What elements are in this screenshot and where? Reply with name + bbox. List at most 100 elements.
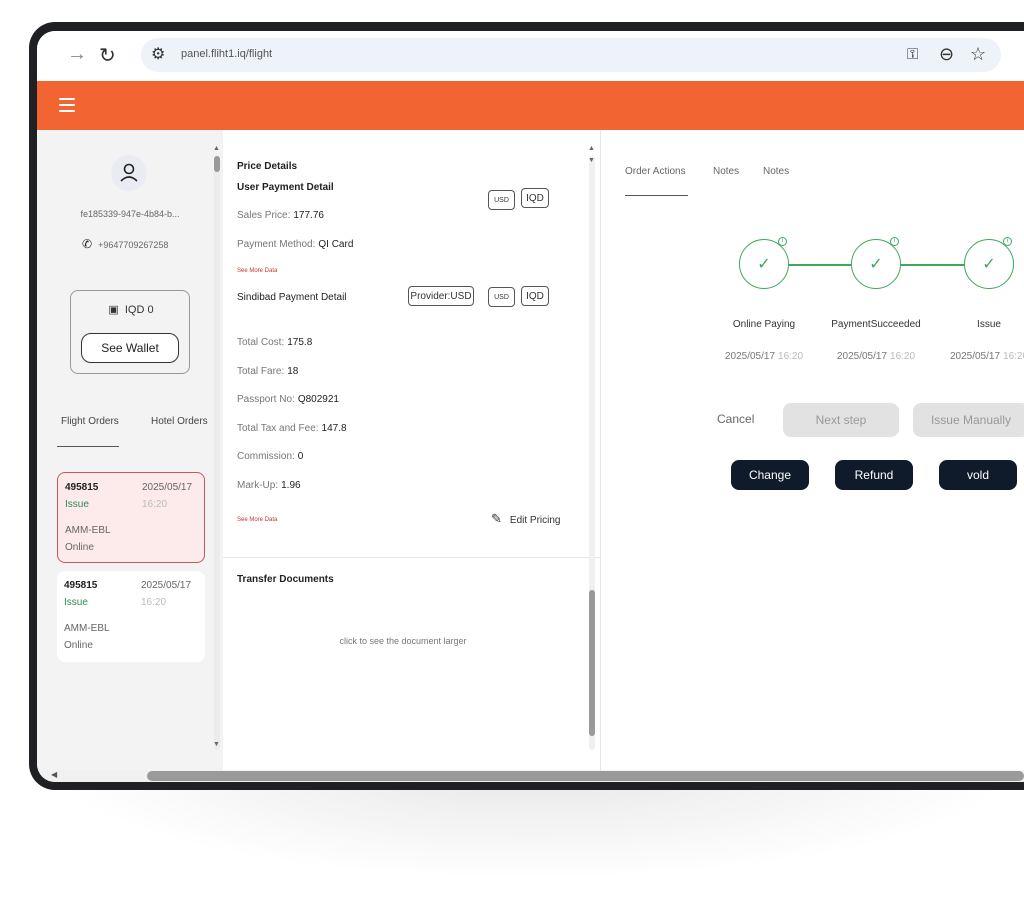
url-text: panel.fliht1.iq/flight xyxy=(181,48,273,60)
commission-row: Commission: 0 xyxy=(237,451,303,462)
sales-price-label: Sales Price: xyxy=(237,210,291,221)
phone-icon: ✆ xyxy=(82,237,93,251)
price-details-title: Price Details xyxy=(237,161,298,172)
menu-icon[interactable] xyxy=(59,98,75,116)
see-more-link[interactable]: See More Data xyxy=(237,268,277,274)
total-cost-row: Total Cost: 175.8 xyxy=(237,337,312,348)
step-time-value: 16:20 xyxy=(778,351,804,362)
tab-notes-2[interactable]: Notes xyxy=(763,166,789,177)
total-fare-value: 18 xyxy=(287,366,299,377)
change-button[interactable]: Change xyxy=(731,460,809,490)
cancel-button[interactable]: Cancel xyxy=(717,412,754,426)
commission-label: Commission: xyxy=(237,451,295,462)
scroll-down-icon[interactable]: ▼ xyxy=(213,741,220,748)
total-fare-label: Total Fare: xyxy=(237,366,285,377)
zoom-out-icon[interactable]: ⊖ xyxy=(939,44,954,65)
user-icon xyxy=(120,163,138,182)
void-button[interactable]: vold xyxy=(939,460,1017,490)
currency-usd-toggle[interactable]: USD xyxy=(488,190,515,210)
payment-method-label: Payment Method: xyxy=(237,239,316,250)
refund-button[interactable]: Refund xyxy=(835,460,913,490)
tune-icon[interactable]: ⚙ xyxy=(151,44,165,64)
price-panel: Price Details User Payment Detail USD IQ… xyxy=(223,130,601,770)
avatar xyxy=(111,155,147,191)
check-icon: ✓ xyxy=(982,256,996,273)
provider-currency-pill[interactable]: Provider:USD xyxy=(408,286,474,306)
tax-label: Total Tax and Fee: xyxy=(237,423,319,434)
step-date: 2025/05/1716:20 xyxy=(704,351,824,362)
commission-value: 0 xyxy=(297,451,304,462)
tab-order-actions[interactable]: Order Actions xyxy=(625,166,686,177)
order-status: Issue xyxy=(64,597,88,608)
scroll-up-icon[interactable]: ▲ xyxy=(213,145,220,152)
next-step-button[interactable]: Next step xyxy=(783,403,899,437)
passport-label: Passport No: xyxy=(237,394,295,405)
scroll-down-icon[interactable]: ▼ xyxy=(588,157,595,164)
section-divider xyxy=(223,557,601,558)
info-icon[interactable]: i xyxy=(778,237,787,246)
step-connector xyxy=(901,264,964,266)
tab-flight-orders[interactable]: Flight Orders xyxy=(61,416,119,427)
step-date-value: 2025/05/17 xyxy=(724,351,776,362)
order-id: 495815 xyxy=(65,482,99,493)
sales-price-value: 177.76 xyxy=(293,210,324,221)
phone-text: +9647709267258 xyxy=(98,240,169,250)
address-bar[interactable]: ⚙ panel.fliht1.iq/flight xyxy=(141,38,1001,72)
order-id: 495815 xyxy=(64,580,98,591)
step-date-value: 2025/05/17 xyxy=(949,351,1001,362)
key-icon[interactable]: ⚿ xyxy=(907,46,918,63)
step-issue: ✓ i xyxy=(964,237,1014,289)
info-icon[interactable]: i xyxy=(890,237,899,246)
scroll-left-icon[interactable]: ◀ xyxy=(51,770,57,779)
order-date: 2025/05/17 xyxy=(141,580,192,591)
tab-notes[interactable]: Notes xyxy=(713,166,739,177)
check-icon: ✓ xyxy=(869,256,883,273)
step-date: 2025/05/1716:20 xyxy=(929,351,1024,362)
step-payment-succeeded: ✓ i xyxy=(851,237,901,289)
step-connector xyxy=(789,264,851,266)
sidebar-scrollbar[interactable] xyxy=(214,156,220,750)
order-card[interactable]: 495815 2025/05/17 Issue 16:20 AMM-EBL On… xyxy=(57,472,205,563)
order-route: AMM-EBL xyxy=(64,623,110,634)
step-date: 2025/05/1716:20 xyxy=(816,351,936,362)
issue-manually-button[interactable]: Issue Manually xyxy=(913,403,1024,437)
pencil-icon: ✎ xyxy=(491,511,502,526)
see-wallet-button[interactable]: See Wallet xyxy=(81,333,179,363)
edit-pricing-button[interactable]: ✎ Edit Pricing xyxy=(491,511,560,527)
middle-scrollbar-thumb[interactable] xyxy=(589,590,595,736)
scroll-up-icon[interactable]: ▲ xyxy=(588,145,595,152)
tab-hotel-orders[interactable]: Hotel Orders xyxy=(151,416,208,427)
browser-toolbar: → ↻ ⚙ panel.fliht1.iq/flight ⚿ ⊖ ☆ xyxy=(37,31,1024,81)
markup-row: Mark-Up: 1.96 xyxy=(237,480,301,491)
step-label: Issue xyxy=(977,319,1001,330)
wallet-icon: ▣ xyxy=(108,304,119,316)
currency-iqd-toggle[interactable]: IQD xyxy=(521,188,549,208)
browser-window: → ↻ ⚙ panel.fliht1.iq/flight ⚿ ⊖ ☆ fe185… xyxy=(37,31,1024,782)
document-hint[interactable]: click to see the document larger xyxy=(223,636,583,646)
total-cost-label: Total Cost: xyxy=(237,337,285,348)
check-icon: ✓ xyxy=(757,256,771,273)
order-route: AMM-EBL xyxy=(65,525,111,536)
edit-pricing-label: Edit Pricing xyxy=(509,515,561,526)
tax-value: 147.8 xyxy=(321,423,347,434)
order-payment: Online xyxy=(65,542,94,553)
step-label: PaymentSucceeded xyxy=(831,319,921,330)
sindibad-payment-title: Sindibad Payment Detail xyxy=(237,292,347,303)
sales-price-row: Sales Price: 177.76 xyxy=(237,210,324,221)
reload-icon[interactable]: ↻ xyxy=(99,43,116,68)
passport-row: Passport No: Q802921 xyxy=(237,394,339,405)
see-more-link[interactable]: See More Data xyxy=(237,517,277,523)
currency-iqd-toggle[interactable]: IQD xyxy=(521,286,549,306)
app-header xyxy=(37,81,1024,130)
phone-number: ✆ +9647709267258 xyxy=(82,237,168,251)
step-online-paying: ✓ i xyxy=(739,237,789,289)
order-card[interactable]: 495815 2025/05/17 Issue 16:20 AMM-EBL On… xyxy=(57,571,205,662)
star-icon[interactable]: ☆ xyxy=(970,44,986,65)
currency-usd-toggle[interactable]: USD xyxy=(488,287,515,307)
forward-icon[interactable]: → xyxy=(67,43,87,66)
info-icon[interactable]: i xyxy=(1003,237,1012,246)
sidebar-scrollbar-thumb[interactable] xyxy=(214,156,220,172)
horizontal-scrollbar-thumb[interactable] xyxy=(147,771,1024,781)
wallet-balance: ▣ IQD 0 xyxy=(71,303,191,316)
order-payment: Online xyxy=(64,640,93,651)
